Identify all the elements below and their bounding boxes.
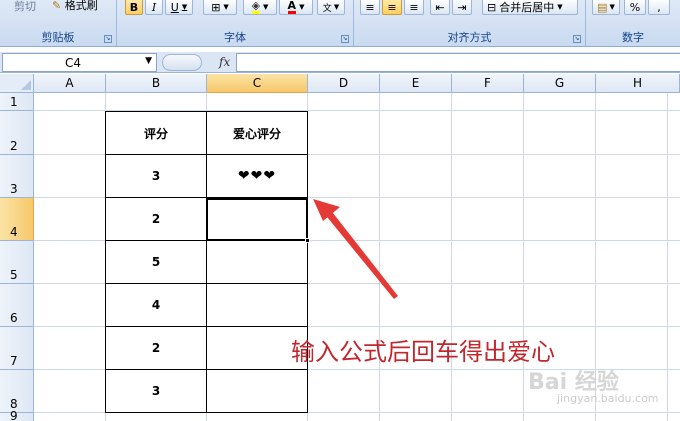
annotation-text: 输入公式后回车得出爱心 (291, 338, 555, 366)
watermark-url: jingyan.baidu.com (557, 392, 659, 405)
arrow-shaft (323, 208, 398, 299)
